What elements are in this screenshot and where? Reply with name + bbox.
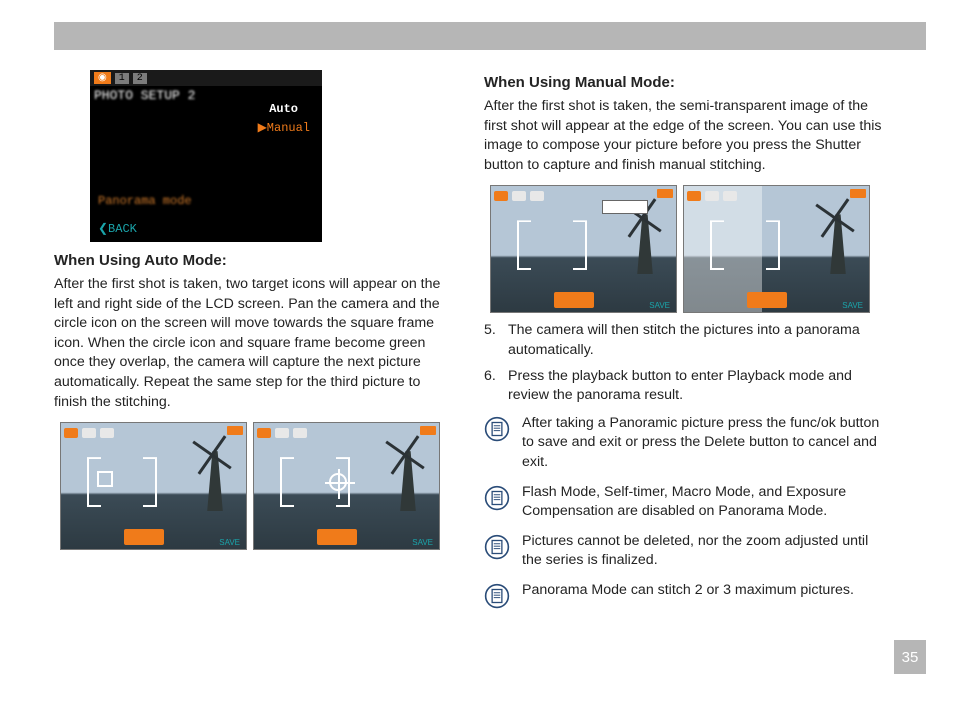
list-number: 5. xyxy=(484,321,498,360)
paragraph-auto-mode: After the first shot is taken, two targe… xyxy=(54,275,454,412)
list-number: 6. xyxy=(484,367,498,406)
auto-mode-illustration: SAVE SAVE xyxy=(60,422,440,550)
note-text: After taking a Panoramic picture press t… xyxy=(522,414,884,473)
manual-mode-illustration: SAVE SAVE xyxy=(490,185,870,313)
page-number: 35 xyxy=(902,649,919,666)
lcd-tab-1: 1 xyxy=(115,73,129,84)
lcd-tab-active-icon: ◉ xyxy=(94,72,111,84)
manual-scene-2: SAVE xyxy=(683,185,870,313)
note-icon xyxy=(484,534,510,560)
notes-block: After taking a Panoramic picture press t… xyxy=(484,414,884,609)
paragraph-manual-mode: After the first shot is taken, the semi-… xyxy=(484,97,884,175)
note-row: After taking a Panoramic picture press t… xyxy=(484,414,884,473)
lcd-back-label: ❮BACK xyxy=(98,221,137,236)
lcd-tab-2: 2 xyxy=(133,73,147,84)
list-text: The camera will then stitch the pictures… xyxy=(508,321,884,360)
note-icon xyxy=(484,583,510,609)
note-text: Pictures cannot be deleted, nor the zoom… xyxy=(522,532,884,571)
manual-scene-1: SAVE xyxy=(490,185,677,313)
list-text: Press the playback button to enter Playb… xyxy=(508,367,884,406)
note-text: Panorama Mode can stitch 2 or 3 maximum … xyxy=(522,581,854,601)
page-number-tab: 35 xyxy=(894,640,926,674)
heading-manual-mode: When Using Manual Mode: xyxy=(484,74,884,91)
list-item-6: 6. Press the playback button to enter Pl… xyxy=(484,367,884,406)
left-column: ◉ 1 2 PHOTO SETUP 2 Auto ▶Manual Panoram… xyxy=(54,64,454,619)
note-row: Pictures cannot be deleted, nor the zoom… xyxy=(484,532,884,571)
right-column: When Using Manual Mode: After the first … xyxy=(484,64,884,619)
content-columns: ◉ 1 2 PHOTO SETUP 2 Auto ▶Manual Panoram… xyxy=(0,50,954,619)
lcd-option-manual: ▶Manual xyxy=(258,120,310,135)
note-text: Flash Mode, Self-timer, Macro Mode, and … xyxy=(522,483,884,522)
heading-auto-mode: When Using Auto Mode: xyxy=(54,252,454,269)
auto-scene-2: SAVE xyxy=(253,422,440,550)
list-item-5: 5. The camera will then stitch the pictu… xyxy=(484,321,884,360)
note-row: Flash Mode, Self-timer, Macro Mode, and … xyxy=(484,483,884,522)
lcd-menu-illustration: ◉ 1 2 PHOTO SETUP 2 Auto ▶Manual Panoram… xyxy=(90,70,322,242)
header-bar xyxy=(54,22,926,50)
note-row: Panorama Mode can stitch 2 or 3 maximum … xyxy=(484,581,884,609)
auto-scene-1: SAVE xyxy=(60,422,247,550)
lcd-tabs: ◉ 1 2 xyxy=(90,70,322,86)
lcd-option-auto: Auto xyxy=(269,102,298,116)
note-icon xyxy=(484,485,510,511)
lcd-panorama-label: Panorama mode xyxy=(98,194,192,208)
numbered-list: 5. The camera will then stitch the pictu… xyxy=(484,321,884,405)
note-icon xyxy=(484,416,510,442)
